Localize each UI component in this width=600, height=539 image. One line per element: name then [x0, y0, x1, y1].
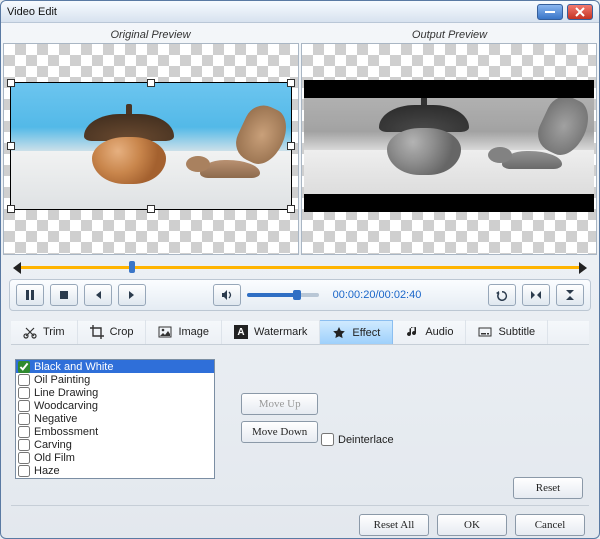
- output-preview-label: Output Preview: [300, 29, 599, 41]
- effect-checkbox[interactable]: [18, 478, 30, 479]
- effect-name: Black and White: [34, 361, 113, 373]
- tab-label: Watermark: [254, 326, 307, 338]
- reset-button[interactable]: Reset: [513, 477, 583, 499]
- tab-effect[interactable]: Effect: [320, 320, 393, 344]
- window-title: Video Edit: [7, 1, 57, 23]
- list-item[interactable]: Black and White: [16, 360, 214, 373]
- volume-button[interactable]: [213, 284, 241, 306]
- tab-label: Subtitle: [498, 326, 535, 338]
- effect-checkbox[interactable]: [18, 426, 30, 438]
- text-icon: A: [234, 325, 248, 339]
- effect-name: Line Drawing: [34, 387, 98, 399]
- crop-icon: [90, 325, 104, 339]
- output-preview: [301, 43, 597, 255]
- tab-label: Trim: [43, 326, 65, 338]
- tab-watermark[interactable]: A Watermark: [222, 320, 320, 344]
- playhead[interactable]: [129, 261, 135, 273]
- crop-handle[interactable]: [7, 79, 15, 87]
- tab-audio[interactable]: Audio: [393, 320, 466, 344]
- list-item[interactable]: Carving: [16, 438, 214, 451]
- crop-handle[interactable]: [7, 205, 15, 213]
- crop-handle[interactable]: [147, 79, 155, 87]
- pause-button[interactable]: [16, 284, 44, 306]
- list-item[interactable]: Shadow: [16, 477, 214, 478]
- timeline[interactable]: [15, 259, 585, 277]
- tab-label: Image: [178, 326, 209, 338]
- original-preview-label: Original Preview: [1, 29, 300, 41]
- effect-name: Carving: [34, 439, 72, 451]
- list-item[interactable]: Woodcarving: [16, 399, 214, 412]
- effect-checkbox[interactable]: [18, 452, 30, 464]
- tab-crop[interactable]: Crop: [78, 320, 147, 344]
- effect-name: Shadow: [34, 478, 74, 479]
- effect-checkbox[interactable]: [18, 374, 30, 386]
- tab-label: Audio: [425, 326, 453, 338]
- deinterlace-label: Deinterlace: [338, 434, 394, 446]
- trim-start-marker-icon[interactable]: [13, 262, 21, 274]
- close-button[interactable]: [567, 4, 593, 20]
- tab-subtitle[interactable]: Subtitle: [466, 320, 548, 344]
- effect-name: Embossment: [34, 426, 98, 438]
- list-item[interactable]: Embossment: [16, 425, 214, 438]
- dialog-footer: Reset All OK Cancel: [1, 506, 599, 536]
- transport-bar: 00:00:20/00:02:40: [9, 279, 591, 311]
- reset-all-button[interactable]: Reset All: [359, 514, 429, 536]
- list-item[interactable]: Oil Painting: [16, 373, 214, 386]
- effect-name: Haze: [34, 465, 60, 477]
- crop-handle[interactable]: [287, 205, 295, 213]
- flip-vertical-button[interactable]: [556, 284, 584, 306]
- note-icon: [405, 325, 419, 339]
- tab-trim[interactable]: Trim: [11, 320, 78, 344]
- effect-name: Woodcarving: [34, 400, 98, 412]
- ok-button[interactable]: OK: [437, 514, 507, 536]
- effect-list[interactable]: Black and WhiteOil PaintingLine DrawingW…: [15, 359, 215, 479]
- effect-checkbox[interactable]: [18, 400, 30, 412]
- titlebar: Video Edit: [1, 1, 599, 23]
- tab-label: Effect: [352, 327, 380, 339]
- list-item[interactable]: Line Drawing: [16, 386, 214, 399]
- image-icon: [158, 325, 172, 339]
- list-item[interactable]: Old Film: [16, 451, 214, 464]
- set-out-point-button[interactable]: [118, 284, 146, 306]
- effect-panel: Black and WhiteOil PaintingLine DrawingW…: [11, 353, 589, 501]
- flip-horizontal-button[interactable]: [522, 284, 550, 306]
- list-item[interactable]: Haze: [16, 464, 214, 477]
- trim-end-marker-icon[interactable]: [579, 262, 587, 274]
- list-item[interactable]: Negative: [16, 412, 214, 425]
- effect-name: Old Film: [34, 452, 75, 464]
- crop-handle[interactable]: [7, 142, 15, 150]
- volume-slider[interactable]: [247, 293, 319, 297]
- effect-checkbox[interactable]: [18, 465, 30, 477]
- scissors-icon: [23, 325, 37, 339]
- crop-handle[interactable]: [287, 79, 295, 87]
- time-display: 00:00:20/00:02:40: [333, 289, 422, 301]
- effect-checkbox[interactable]: [18, 413, 30, 425]
- undo-button[interactable]: [488, 284, 516, 306]
- tab-bar: Trim Crop Image A Watermark Effect Audio Subtit…: [11, 321, 589, 345]
- stop-button[interactable]: [50, 284, 78, 306]
- crop-handle[interactable]: [287, 142, 295, 150]
- star-icon: [332, 326, 346, 340]
- tab-image[interactable]: Image: [146, 320, 222, 344]
- effect-checkbox[interactable]: [18, 387, 30, 399]
- cancel-button[interactable]: Cancel: [515, 514, 585, 536]
- deinterlace-checkbox[interactable]: Deinterlace: [321, 433, 394, 446]
- original-preview[interactable]: [3, 43, 299, 255]
- video-edit-window: Video Edit Original Preview Output Previ…: [0, 0, 600, 539]
- effect-name: Oil Painting: [34, 374, 90, 386]
- crop-handle[interactable]: [147, 205, 155, 213]
- effect-checkbox[interactable]: [18, 361, 30, 373]
- move-up-button[interactable]: Move Up: [241, 393, 318, 415]
- set-in-point-button[interactable]: [84, 284, 112, 306]
- tab-label: Crop: [110, 326, 134, 338]
- effect-name: Negative: [34, 413, 77, 425]
- effect-checkbox[interactable]: [18, 439, 30, 451]
- minimize-button[interactable]: [537, 4, 563, 20]
- move-down-button[interactable]: Move Down: [241, 421, 318, 443]
- subtitle-icon: [478, 325, 492, 339]
